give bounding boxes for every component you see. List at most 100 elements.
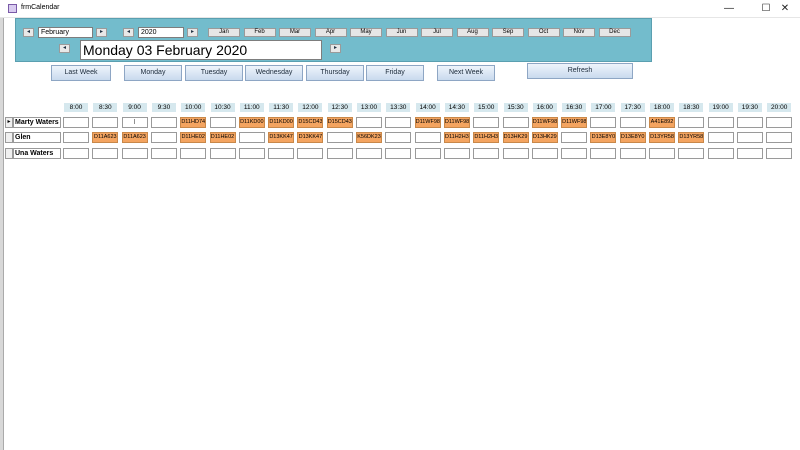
empty-slot-cell[interactable]	[385, 132, 412, 143]
empty-slot-cell[interactable]	[473, 148, 500, 159]
next-day-button[interactable]: ▸	[330, 44, 341, 53]
empty-slot-cell[interactable]	[766, 117, 793, 128]
booking-cell[interactable]: D11WF98	[561, 117, 588, 128]
booking-cell[interactable]: D11KD00	[268, 117, 295, 128]
empty-slot-cell[interactable]	[590, 117, 617, 128]
empty-slot-cell[interactable]	[180, 148, 207, 159]
empty-slot-cell[interactable]	[326, 148, 353, 159]
empty-slot-cell[interactable]	[619, 117, 646, 128]
month-button-apr[interactable]: Apr	[314, 28, 347, 37]
empty-slot-cell[interactable]	[678, 148, 705, 159]
month-button-nov[interactable]: Nov	[563, 28, 595, 37]
empty-slot-cell[interactable]	[326, 132, 353, 143]
booking-cell[interactable]: K56DK23	[356, 132, 382, 143]
empty-slot-cell[interactable]	[150, 117, 177, 128]
empty-slot-cell[interactable]	[473, 117, 500, 128]
empty-slot-cell[interactable]	[150, 132, 177, 143]
empty-slot-cell[interactable]	[707, 117, 734, 128]
next-year-button[interactable]: ▸	[187, 28, 198, 37]
record-selector[interactable]: ▸	[5, 117, 13, 128]
empty-slot-cell[interactable]	[443, 148, 470, 159]
booking-cell[interactable]: D13HK29	[502, 132, 529, 143]
empty-slot-cell[interactable]	[766, 148, 793, 159]
minimize-button[interactable]: —	[714, 1, 744, 16]
empty-slot-cell[interactable]	[63, 132, 89, 143]
empty-slot-cell[interactable]	[268, 148, 295, 159]
booking-cell[interactable]: D13YR58	[678, 132, 705, 143]
empty-slot-cell[interactable]	[561, 148, 588, 159]
month-button-aug[interactable]: Aug	[456, 28, 489, 37]
booking-cell[interactable]: D11WF98	[443, 117, 470, 128]
month-button-jan[interactable]: Jan	[208, 28, 240, 37]
booking-cell[interactable]: D11A623	[121, 132, 148, 143]
monday-button[interactable]: Monday	[124, 65, 182, 81]
empty-slot-cell[interactable]: |	[121, 117, 148, 128]
month-button-jul[interactable]: Jul	[421, 28, 453, 37]
booking-cell[interactable]: D15CD43	[297, 117, 324, 128]
empty-slot-cell[interactable]	[561, 132, 588, 143]
booking-cell[interactable]: D11HE02	[209, 132, 236, 143]
empty-slot-cell[interactable]	[209, 117, 236, 128]
month-button-sep[interactable]: Sep	[492, 28, 524, 37]
next-month-button[interactable]: ▸	[96, 28, 107, 37]
empty-slot-cell[interactable]	[92, 148, 119, 159]
empty-slot-cell[interactable]	[356, 117, 382, 128]
record-selector[interactable]	[5, 132, 13, 143]
prev-day-button[interactable]: ◂	[59, 44, 70, 53]
empty-slot-cell[interactable]	[414, 148, 441, 159]
booking-cell[interactable]: D11HE02	[180, 132, 207, 143]
booking-cell[interactable]: D11HD74	[180, 117, 207, 128]
empty-slot-cell[interactable]	[238, 148, 265, 159]
empty-slot-cell[interactable]	[590, 148, 617, 159]
empty-slot-cell[interactable]	[531, 148, 558, 159]
month-button-jun[interactable]: Jun	[385, 28, 418, 37]
empty-slot-cell[interactable]	[209, 148, 236, 159]
empty-slot-cell[interactable]	[92, 117, 119, 128]
month-button-dec[interactable]: Dec	[598, 28, 631, 37]
empty-slot-cell[interactable]	[678, 117, 705, 128]
empty-slot-cell[interactable]	[63, 148, 89, 159]
wednesday-button[interactable]: Wednesday	[245, 65, 303, 81]
prev-month-button[interactable]: ◂	[23, 28, 34, 37]
year-combo[interactable]: 2020	[138, 27, 184, 38]
empty-slot-cell[interactable]	[63, 117, 89, 128]
booking-cell[interactable]: D11WF98	[414, 117, 441, 128]
booking-cell[interactable]: D13KK47	[268, 132, 295, 143]
next-week-button[interactable]: Next Week	[437, 65, 495, 81]
tuesday-button[interactable]: Tuesday	[185, 65, 243, 81]
booking-cell[interactable]: D13YR58	[649, 132, 675, 143]
booking-cell[interactable]: A41E892	[649, 117, 675, 128]
refresh-button[interactable]: Refresh	[527, 63, 633, 79]
empty-slot-cell[interactable]	[121, 148, 148, 159]
empty-slot-cell[interactable]	[238, 132, 265, 143]
booking-cell[interactable]: D15CD43	[326, 117, 353, 128]
booking-cell[interactable]: D11WF98	[531, 117, 558, 128]
empty-slot-cell[interactable]	[649, 148, 675, 159]
booking-cell[interactable]: D13HK29	[531, 132, 558, 143]
month-combo[interactable]: February	[38, 27, 93, 38]
empty-slot-cell[interactable]	[736, 132, 763, 143]
empty-slot-cell[interactable]	[736, 148, 763, 159]
booking-cell[interactable]: D13E8Y0	[590, 132, 617, 143]
booking-cell[interactable]: D13KK47	[297, 132, 324, 143]
empty-slot-cell[interactable]	[150, 148, 177, 159]
empty-slot-cell[interactable]	[502, 148, 529, 159]
empty-slot-cell[interactable]	[619, 148, 646, 159]
booking-cell[interactable]: D11KD00	[238, 117, 265, 128]
thursday-button[interactable]: Thursday	[306, 65, 364, 81]
last-week-button[interactable]: Last Week	[51, 65, 111, 81]
empty-slot-cell[interactable]	[414, 132, 441, 143]
booking-cell[interactable]: D13E8Y0	[619, 132, 646, 143]
friday-button[interactable]: Friday	[366, 65, 424, 81]
prev-year-button[interactable]: ◂	[123, 28, 134, 37]
empty-slot-cell[interactable]	[385, 148, 412, 159]
empty-slot-cell[interactable]	[707, 148, 734, 159]
empty-slot-cell[interactable]	[502, 117, 529, 128]
empty-slot-cell[interactable]	[297, 148, 324, 159]
empty-slot-cell[interactable]	[736, 117, 763, 128]
booking-cell[interactable]: D11H2H3	[473, 132, 500, 143]
month-button-mar[interactable]: Mar	[279, 28, 311, 37]
booking-cell[interactable]: D11H2H3	[443, 132, 470, 143]
month-button-oct[interactable]: Oct	[527, 28, 560, 37]
empty-slot-cell[interactable]	[766, 132, 793, 143]
